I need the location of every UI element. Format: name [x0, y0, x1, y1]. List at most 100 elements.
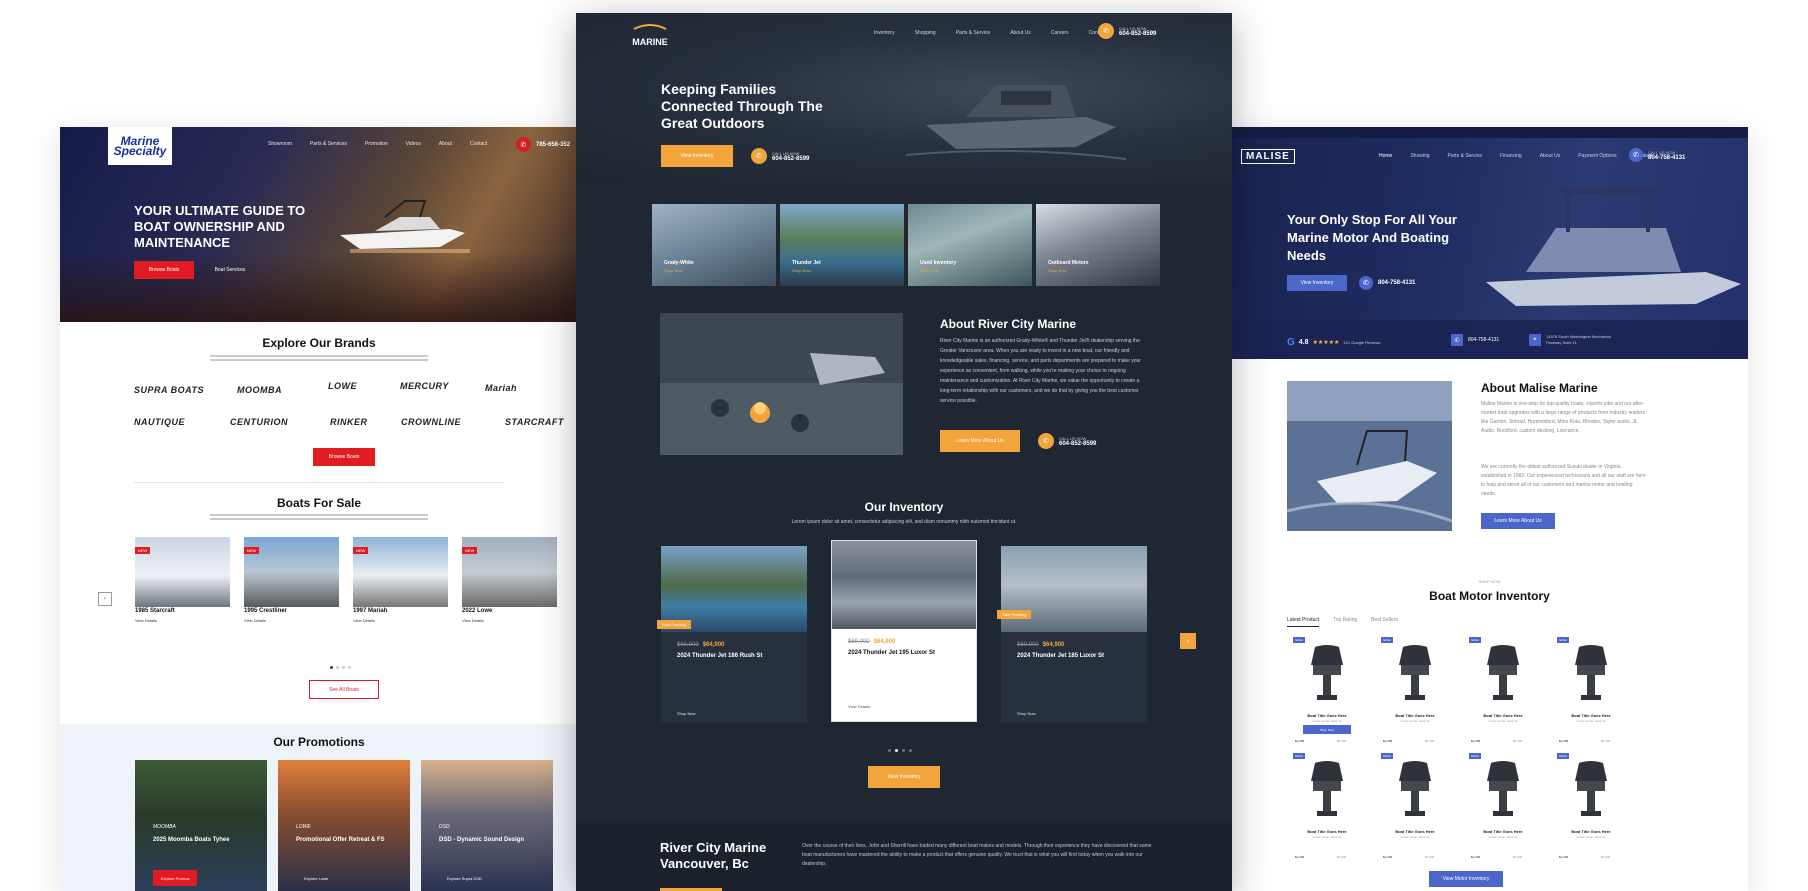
category-tile-outboard-motors[interactable]: Outboard Motors Shop Now [1036, 204, 1160, 286]
hero-phone[interactable]: ✆ CALL US NOW 604-852-8599 [751, 148, 809, 164]
boat-card[interactable]: NEW 1995 Crestliner View Details [244, 537, 339, 623]
nav-item[interactable]: About [439, 141, 452, 147]
brand-logo[interactable]: CENTURION [230, 417, 288, 427]
new-badge: NEW [353, 547, 369, 554]
brand-logo[interactable]: CROWNLINE [401, 417, 461, 427]
vancouver-text: Over the course of their lives, John and… [802, 843, 1152, 867]
shop-now-link[interactable]: Shop Now [1017, 711, 1035, 716]
learn-more-button[interactable]: Learn More About Us [940, 430, 1020, 452]
nav-item[interactable]: Contact [470, 141, 487, 147]
nav-item[interactable]: Payment Options [1578, 153, 1616, 159]
nav-item[interactable]: Showroom [268, 141, 292, 147]
nav-item[interactable]: Parts & Service [956, 30, 990, 36]
nav-item[interactable]: Promotion [365, 141, 388, 147]
explore-lowe-button[interactable]: Explore Lowe [296, 870, 336, 886]
view-details-link[interactable]: View Details [353, 618, 448, 623]
motor-card[interactable]: SALE Boat Title Goes Here Lorem ipsum dolo… [1287, 753, 1367, 871]
motor-card[interactable]: SALE Boat Title Goes Here Lorem ipsum dolo… [1287, 637, 1367, 755]
promo-card[interactable]: LOWE Promotional Offer Retreat & FS Expl… [278, 760, 410, 891]
learn-more-button[interactable]: Learn More About Us [1481, 513, 1555, 529]
view-inventory-bottom-button[interactable]: View Inventory [868, 766, 940, 788]
view-details-link[interactable]: View Details [848, 704, 870, 709]
inventory-pager[interactable] [888, 749, 912, 752]
nav-item[interactable]: Showing [1410, 153, 1429, 159]
nav-item[interactable]: Parts & Services [310, 141, 347, 147]
promo-card[interactable]: DSD DSD - Dynamic Sound Design Explore S… [421, 760, 553, 891]
about-text-2: We are currently the oldest authorized S… [1481, 464, 1646, 497]
nav-item[interactable]: About Us [1540, 153, 1561, 159]
center-phone[interactable]: ✆ CALL US NOW 604-852-8599 [1098, 23, 1156, 39]
motor-card[interactable]: SALE Boat Title Goes Here Lorem ipsum dolo… [1375, 753, 1455, 871]
phone-icon: ✆ [516, 137, 531, 152]
category-tile-used-inventory[interactable]: Used Inventory Shop Now [908, 204, 1032, 286]
brand-logo[interactable]: MERCURY [400, 381, 449, 391]
tab-latest-product[interactable]: Latest Product [1287, 617, 1320, 627]
brand-logo[interactable]: SUPRA BOATS [134, 385, 204, 395]
view-details-link[interactable]: View Details [135, 618, 230, 623]
inventory-name: 2024 Thunder Jet 195 Luxor St [848, 650, 936, 656]
category-tile-grady-white[interactable]: Grady-White Shop Now [652, 204, 776, 286]
view-inventory-button[interactable]: View Inventory [661, 145, 733, 167]
info-address[interactable]: ⌖ 14576 South Washington Mechanics Parkw… [1529, 334, 1626, 346]
right-phone[interactable]: ✆ CALL US NOW 804-758-4131 [1629, 148, 1685, 162]
about-phone[interactable]: ✆ CALL US NOW 604-852-8599 [1038, 433, 1096, 449]
boat-card[interactable]: NEW 1985 Starcraft View Details [135, 537, 230, 623]
right-nav: Home Showing Parts & Service Financing A… [1379, 153, 1652, 159]
motor-old-price: $2,699 [1513, 739, 1523, 743]
motor-card[interactable]: SALE Boat Title Goes Here Lorem ipsum dolo… [1463, 753, 1543, 871]
tab-best-sellers[interactable]: Best Sellers [1371, 617, 1398, 627]
inventory-card[interactable]: Sale Pending $69,900 $64,900 2024 Thunder… [997, 546, 1147, 723]
motor-old-price: $2,699 [1337, 855, 1347, 859]
left-phone[interactable]: ✆ 785-658-352 [516, 137, 570, 152]
brand-logo[interactable]: RINKER [330, 417, 368, 427]
view-details-link[interactable]: View Details [244, 618, 339, 623]
motor-card[interactable]: SALE Boat Title Goes Here Lorem ipsum dolo… [1551, 753, 1631, 871]
category-tile-thunder-jet[interactable]: Thunder Jet Shop Now [780, 204, 904, 286]
nav-item[interactable]: Shopping [915, 30, 936, 36]
nav-item[interactable]: Financing [1500, 153, 1522, 159]
tab-top-rating[interactable]: Top Rating [1333, 617, 1357, 627]
boat-card[interactable]: NEW 2022 Lowe View Details [462, 537, 557, 623]
view-details-link[interactable]: View Details [462, 618, 557, 623]
brand-logo[interactable]: STARCRAFT [505, 417, 564, 427]
left-hero-title: YOUR ULTIMATE GUIDE TO BOAT OWNERSHIP AN… [134, 203, 306, 250]
view-inventory-button[interactable]: View Inventory [1287, 275, 1347, 291]
motor-card[interactable]: SALE Boat Title Goes Here Lorem ipsum dolo… [1375, 637, 1455, 755]
boat-services-button[interactable]: Boat Services [200, 261, 260, 279]
nav-item[interactable]: Home [1379, 153, 1392, 159]
boat-card[interactable]: NEW 1997 Mariah View Details [353, 537, 448, 623]
carousel-prev-button[interactable]: ‹ [98, 592, 112, 606]
brands-browse-button[interactable]: Browse Boats [313, 448, 375, 466]
explore-promos-button[interactable]: Explore Promos [153, 870, 198, 886]
brand-logo[interactable]: LOWE [328, 381, 357, 391]
inventory-card[interactable]: Sale Pending $69,900 $64,900 2024 Thunder… [657, 546, 807, 723]
shop-now-link[interactable]: Shop Now [677, 711, 695, 716]
malise-marine-logo[interactable]: MALISE [1241, 149, 1295, 164]
promo-card[interactable]: MOOMBA 2025 Moomba Boats Tyhee Explore P… [135, 760, 267, 891]
nav-item[interactable]: Inventory [874, 30, 895, 36]
brand-logo[interactable]: Mariah [485, 383, 517, 393]
explore-supra-button[interactable]: Explore Supra DSD [439, 870, 490, 886]
inventory-eyebrow: SHOP NOW [1478, 579, 1501, 584]
hero-phone[interactable]: ✆ 804-758-4131 [1359, 276, 1415, 290]
marine-specialty-logo[interactable]: Marine Specialty [108, 127, 172, 165]
nav-item[interactable]: Careers [1051, 30, 1069, 36]
boats-pager[interactable] [330, 666, 351, 669]
info-phone[interactable]: ✆ 804-758-4131 [1451, 334, 1499, 346]
nav-item[interactable]: About Us [1010, 30, 1031, 36]
carousel-next-button[interactable]: › [1180, 633, 1196, 649]
motor-card[interactable]: SALE Boat Title Goes Here Lorem ipsum dolo… [1463, 637, 1543, 755]
see-all-boats-button[interactable]: See All Boats [309, 680, 379, 699]
inventory-card-featured[interactable]: $69,900 $64,900 2024 Thunder Jet 195 Luxo… [831, 540, 977, 722]
google-rating[interactable]: G 4.8 ★★★★★ 121 Google Reviews [1287, 337, 1380, 348]
view-motor-inventory-button[interactable]: View Motor Inventory [1429, 871, 1503, 887]
river-city-marine-logo[interactable]: MARINE [628, 23, 672, 49]
brand-logo[interactable]: NAUTIQUE [134, 417, 185, 427]
brand-logo[interactable]: MOOMBA [237, 385, 282, 395]
shop-now-button[interactable]: Shop Now [1303, 725, 1351, 734]
nav-item[interactable]: Parts & Service [1448, 153, 1482, 159]
nav-item[interactable]: Videos [406, 141, 421, 147]
motor-card[interactable]: SALE Boat Title Goes Here Lorem ipsum dolo… [1551, 637, 1631, 755]
boat-photo [1287, 381, 1452, 531]
browse-boats-button[interactable]: Browse Boats [134, 261, 194, 279]
